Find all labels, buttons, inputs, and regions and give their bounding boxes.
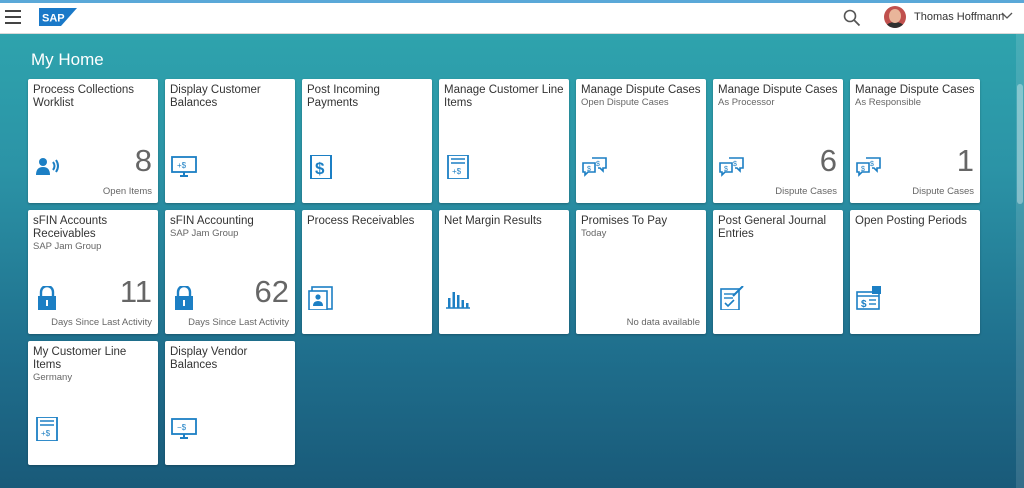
tile-footer: Days Since Last Activity — [188, 317, 289, 328]
svg-text:$: $ — [870, 161, 874, 168]
svg-text:SAP: SAP — [42, 13, 65, 25]
dispute-chat-icon: $ $ — [582, 155, 608, 179]
svg-text:$: $ — [724, 166, 728, 173]
tile-subtitle: SAP Jam Group — [33, 241, 102, 252]
svg-text:+$: +$ — [452, 167, 462, 176]
tile-title: Manage Dispute Cases — [855, 84, 975, 96]
sap-logo[interactable]: SAP — [39, 8, 77, 26]
tile-title: Post Incoming Payments — [307, 84, 380, 109]
tile-title: Process Collections Worklist — [33, 84, 134, 109]
tile[interactable]: My Customer Line Items Germany +$ — [28, 341, 158, 465]
tile-title: My Customer Line Items — [33, 346, 127, 371]
tile[interactable]: Process Collections Worklist 8 Open Items — [28, 79, 158, 203]
header-accent-line — [0, 0, 1024, 3]
svg-text:+$: +$ — [41, 429, 51, 438]
tile[interactable]: Display Vendor Balances −$ — [165, 341, 295, 465]
monitor-plus-dollar-icon: +$ — [171, 155, 197, 179]
svg-text:$: $ — [861, 299, 867, 310]
tile-footer: Dispute Cases — [912, 186, 974, 197]
scrollbar-thumb[interactable] — [1017, 84, 1023, 204]
tile[interactable]: Manage Customer Line Items +$ — [439, 79, 569, 203]
tile[interactable]: Net Margin Results — [439, 210, 569, 334]
collections-icon — [34, 155, 60, 179]
dollar-document-icon: $ — [308, 154, 334, 180]
monitor-minus-dollar-icon: −$ — [171, 417, 197, 441]
tile[interactable]: Post Incoming Payments $ — [302, 79, 432, 203]
svg-text:$: $ — [733, 161, 737, 168]
search-icon[interactable] — [843, 9, 861, 27]
tile-footer: No data available — [626, 317, 700, 328]
tile-subtitle: SAP Jam Group — [170, 228, 239, 239]
tile[interactable]: sFIN Accounting SAP Jam Group 62 Days Since… — [165, 210, 295, 334]
tile-subtitle: Germany — [33, 372, 73, 383]
receivables-icon — [308, 286, 334, 311]
tile-number: 62 — [254, 274, 289, 309]
dispute-chat-icon: $ $ — [719, 155, 745, 179]
tile-title: Net Margin Results — [444, 215, 542, 227]
tile-title: Open Posting Periods — [855, 215, 967, 227]
menu-icon[interactable] — [5, 10, 21, 24]
line-items-icon: +$ — [445, 154, 471, 180]
lock-icon — [34, 284, 60, 310]
dispute-chat-icon: $ $ — [856, 155, 882, 179]
tile-title: Process Receivables — [307, 215, 415, 227]
tile-footer: Days Since Last Activity — [51, 317, 152, 328]
line-items-icon: +$ — [34, 416, 60, 442]
tile-title: Manage Dispute Cases — [581, 84, 701, 96]
tile-subtitle: Open Dispute Cases — [581, 97, 669, 108]
tile-title: sFIN Accounting — [170, 215, 254, 227]
tile[interactable]: Open Posting Periods $ — [850, 210, 980, 334]
tile-subtitle: Today — [581, 228, 607, 239]
tile-subtitle: As Processor — [718, 97, 775, 108]
tile[interactable]: Manage Dispute Cases As Processor 6 Dispute… — [713, 79, 843, 203]
user-name[interactable]: Thomas Hoffmann — [914, 11, 1004, 23]
journal-entry-icon — [719, 285, 745, 311]
tile[interactable]: Post General Journal Entries — [713, 210, 843, 334]
tile-number: 8 — [134, 143, 152, 178]
tile-footer: Open Items — [102, 186, 152, 197]
tile[interactable]: Display Customer Balances +$ — [165, 79, 295, 203]
avatar[interactable] — [884, 6, 906, 28]
tile-number: 6 — [819, 143, 837, 178]
svg-text:$: $ — [861, 166, 865, 173]
tile[interactable]: sFIN Accounts Receivables SAP Jam Group 11… — [28, 210, 158, 334]
svg-text:−$: −$ — [177, 423, 187, 432]
tile[interactable]: Manage Dispute Cases As Responsible 1 Dispu… — [850, 79, 980, 203]
posting-periods-icon: $ — [856, 286, 882, 310]
lock-icon — [171, 284, 197, 310]
tile[interactable]: Promises To Pay Today No data available — [576, 210, 706, 334]
tile-title: Promises To Pay — [581, 215, 668, 227]
bar-chart-icon — [445, 286, 471, 310]
svg-text:$: $ — [596, 161, 600, 168]
tile-title: Post General Journal Entries — [718, 215, 827, 240]
tile-footer: Dispute Cases — [775, 186, 837, 197]
tile-title: Manage Dispute Cases — [718, 84, 838, 96]
tile[interactable]: Process Receivables — [302, 210, 432, 334]
tile[interactable]: Manage Dispute Cases Open Dispute Cases $ $ — [576, 79, 706, 203]
tile-title: Manage Customer Line Items — [444, 84, 564, 109]
tile-title: sFIN Accounts Receivables — [33, 215, 108, 240]
svg-text:$: $ — [315, 159, 325, 178]
tile-number: 11 — [119, 274, 152, 309]
svg-text:$: $ — [587, 166, 591, 173]
tile-title: Display Vendor Balances — [170, 346, 248, 371]
page-title: My Home — [31, 50, 104, 69]
scrollbar[interactable] — [1016, 34, 1024, 488]
svg-text:+$: +$ — [177, 161, 187, 170]
shell-header: SAP Thomas Hoffmann — [0, 0, 1024, 34]
tile-title: Display Customer Balances — [170, 84, 261, 109]
chevron-down-icon[interactable] — [1000, 10, 1014, 22]
tile-number: 1 — [956, 143, 974, 178]
tile-subtitle: As Responsible — [855, 97, 922, 108]
